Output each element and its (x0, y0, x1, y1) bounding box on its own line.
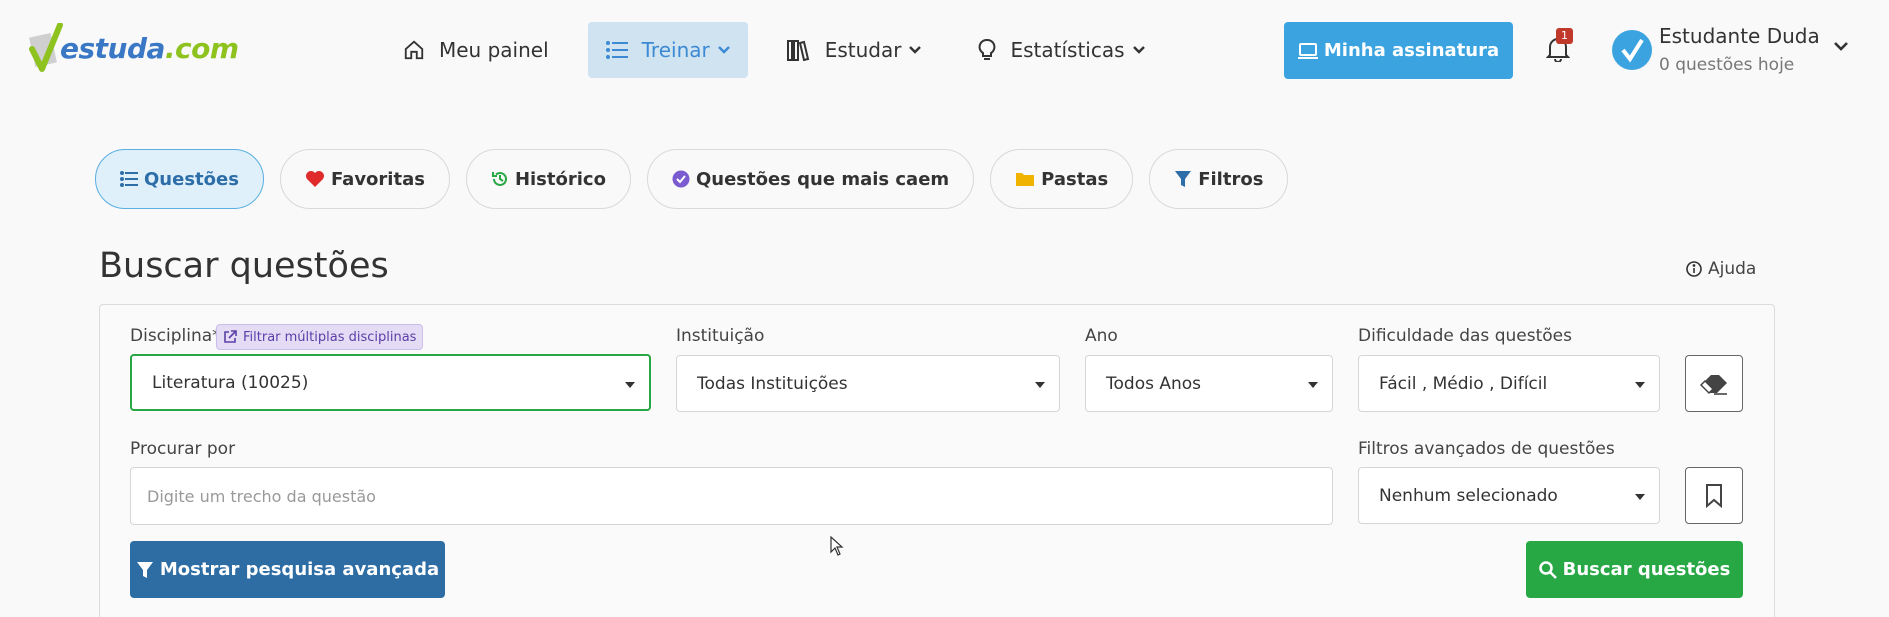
tab-pastas[interactable]: Pastas (990, 149, 1134, 209)
help-link[interactable]: Ajuda (1686, 259, 1756, 279)
checkmark-logo-icon (29, 23, 63, 72)
user-questions-today: 0 questões hoje (1659, 55, 1795, 75)
nav-item-meu-painel[interactable]: Meu painel (385, 22, 567, 78)
tab-label: Questões (144, 168, 239, 190)
filter-icon (136, 561, 153, 578)
laptop-icon (1297, 42, 1318, 59)
brand-logo[interactable]: estuda.com (28, 18, 239, 78)
tab-label: Questões que mais caem (695, 168, 950, 190)
nav-item-estudar[interactable]: Estudar (769, 22, 940, 78)
subscription-button[interactable]: Minha assinatura (1284, 22, 1513, 79)
search-icon (1538, 560, 1557, 579)
main-nav: Meu painel Treinar Estudar Estatísticas (385, 22, 1163, 78)
folder-icon (1016, 173, 1035, 186)
nav-label: Meu painel (439, 38, 549, 62)
chevron-down-icon (717, 46, 730, 54)
clear-filters-button[interactable] (1685, 355, 1743, 412)
info-circle-icon (1686, 261, 1702, 277)
ano-value: Todos Anos (1106, 373, 1202, 394)
chevron-down-icon (1132, 46, 1145, 54)
tab-historico[interactable]: Histórico (465, 149, 631, 209)
notification-badge: 1 (1556, 28, 1573, 44)
dropdown-arrow-icon (1635, 382, 1645, 388)
external-link-icon (224, 330, 237, 343)
tab-favoritas[interactable]: Favoritas (279, 149, 450, 209)
question-tabs: Questões Favoritas Histórico Questões qu… (95, 149, 1304, 209)
list-icon (120, 171, 138, 187)
nav-item-treinar[interactable]: Treinar (587, 22, 748, 78)
checkmark-avatar-icon (1621, 38, 1644, 63)
nav-label: Estudar (824, 38, 902, 62)
list-icon (605, 41, 628, 59)
filtros-avancados-select[interactable]: Nenhum selecionado (1358, 467, 1660, 524)
instituicao-label: Instituição (676, 326, 765, 346)
help-label: Ajuda (1708, 259, 1757, 279)
dificuldade-select[interactable]: Fácil , Médio , Difícil (1358, 355, 1660, 412)
history-icon (491, 171, 507, 186)
search-text-field[interactable] (130, 467, 1333, 525)
instituicao-value: Todas Instituições (697, 373, 848, 394)
nav-item-estatisticas[interactable]: Estatísticas (960, 22, 1162, 78)
dropdown-arrow-icon (1308, 382, 1318, 388)
bookmark-icon (1706, 483, 1722, 508)
avatar[interactable] (1612, 30, 1652, 70)
chip-label: Filtrar múltiplas disciplinas (243, 329, 417, 345)
tab-label: Filtros (1198, 168, 1264, 190)
heart-icon (305, 171, 324, 187)
tab-label: Histórico (514, 168, 606, 190)
dropdown-arrow-icon (625, 382, 635, 388)
page-title: Buscar questões (99, 246, 389, 286)
home-icon (404, 40, 424, 60)
nav-label: Treinar (641, 38, 710, 62)
search-input[interactable] (147, 486, 1332, 506)
filter-icon (1175, 171, 1192, 187)
tab-filtros[interactable]: Filtros (1149, 149, 1289, 209)
eraser-icon (1700, 374, 1727, 395)
instituicao-select[interactable]: Todas Instituições (676, 355, 1060, 412)
dropdown-arrow-icon (1035, 382, 1045, 388)
chevron-down-icon (909, 46, 922, 54)
filtros-avancados-value: Nenhum selecionado (1379, 485, 1558, 506)
subscription-label: Minha assinatura (1323, 40, 1500, 61)
tab-label: Favoritas (330, 168, 425, 190)
books-icon (786, 40, 809, 61)
lightbulb-icon (979, 39, 996, 60)
show-advanced-search-button[interactable]: Mostrar pesquisa avançada (130, 541, 445, 598)
brand-name: estuda (60, 31, 165, 65)
bookmark-filter-button[interactable] (1685, 467, 1743, 524)
dificuldade-label: Dificuldade das questões (1358, 326, 1572, 346)
nav-label: Estatísticas (1010, 38, 1125, 62)
search-questions-button[interactable]: Buscar questões (1526, 541, 1743, 598)
search-button-label: Buscar questões (1562, 559, 1731, 580)
dificuldade-value: Fácil , Médio , Difícil (1379, 373, 1548, 394)
disciplina-value: Literatura (10025) (152, 372, 309, 393)
tab-questoes[interactable]: Questões (95, 149, 264, 209)
ano-label: Ano (1085, 326, 1118, 346)
procurar-label: Procurar por (130, 439, 236, 459)
brand-suffix: .com (164, 31, 239, 65)
multi-discipline-filter-link[interactable]: Filtrar múltiplas disciplinas (216, 324, 424, 350)
dropdown-arrow-icon (1635, 494, 1645, 500)
disciplina-select[interactable]: Literatura (10025) (130, 354, 651, 411)
check-circle-icon (672, 170, 690, 188)
chevron-down-icon[interactable] (1834, 42, 1848, 51)
tab-label: Pastas (1041, 168, 1109, 190)
user-name[interactable]: Estudante Duda (1659, 24, 1820, 48)
mouse-cursor-icon (830, 536, 844, 556)
ano-select[interactable]: Todos Anos (1085, 355, 1333, 412)
disciplina-label: Disciplina* (130, 326, 221, 346)
filtros-avancados-label: Filtros avançados de questões (1358, 439, 1615, 459)
tab-questoes-que-mais-caem[interactable]: Questões que mais caem (646, 149, 975, 209)
advanced-button-label: Mostrar pesquisa avançada (159, 559, 440, 580)
